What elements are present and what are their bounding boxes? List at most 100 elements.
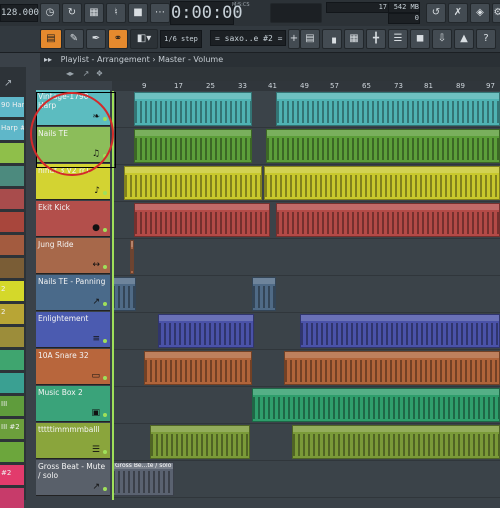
track-header[interactable]: Enlightement ≡ [36, 312, 110, 348]
pattern-clip[interactable] [150, 425, 250, 459]
channel-chip[interactable]: 2 [0, 304, 24, 324]
track-header[interactable]: Music Box 2 ▣ [36, 386, 110, 422]
pattern-clip[interactable] [112, 277, 136, 311]
track-header[interactable]: tttttimmmmballl ☰ [36, 423, 110, 459]
pattern-plus-button[interactable]: + [288, 29, 300, 49]
track-header[interactable]: Gross Beat - Mute / solo ↗ [36, 460, 110, 496]
pattern-clip[interactable] [264, 166, 500, 200]
playlist-tool-icon[interactable]: ↗ [4, 78, 12, 89]
track-enable-led[interactable] [103, 413, 107, 417]
playlist-lane[interactable] [112, 276, 500, 313]
track-enable-led[interactable] [103, 450, 107, 454]
playlist-lane[interactable] [112, 128, 500, 165]
timeline-ruler[interactable]: 9 17 25 33 41 49 57 65 73 81 89 97 [112, 81, 500, 91]
channel-chip[interactable] [0, 166, 24, 186]
time-display[interactable]: 0:00:00 [170, 1, 243, 25]
channel-chip[interactable] [0, 189, 24, 209]
pattern-clip[interactable] [276, 203, 500, 237]
track-header[interactable]: Nails TE - Panning ↗ [36, 275, 110, 311]
channel-chip[interactable] [0, 373, 24, 393]
help-button[interactable]: ? [476, 29, 496, 49]
mixer-view-button[interactable]: ╋ [366, 29, 386, 49]
plugin-picker-button[interactable]: ◼ [410, 29, 430, 49]
menu-arrow-icon[interactable]: ▸▸ [44, 55, 52, 64]
channel-chip[interactable]: III #2 [0, 419, 24, 439]
pattern-clip[interactable] [276, 92, 500, 126]
playlist-grid[interactable]: Gross Be...te / solo [112, 91, 500, 500]
channel-chip[interactable] [0, 327, 24, 347]
track-header[interactable]: 10A Snare 32 ▭ [36, 349, 110, 385]
pattern-clip[interactable] [144, 351, 252, 385]
pattern-clip[interactable] [158, 314, 254, 348]
nav-arrows-icon[interactable]: ◂▸ [66, 69, 74, 78]
tempo-display[interactable]: 128.000 [0, 4, 39, 22]
mixer-button[interactable]: ⚙ [492, 3, 500, 23]
track-header[interactable]: Jung Ride ↔ [36, 238, 110, 274]
channel-chip[interactable] [0, 212, 24, 232]
pattern-clip[interactable] [134, 203, 270, 237]
track-enable-led[interactable] [103, 191, 107, 195]
channel-chip[interactable]: 90 Harp [0, 97, 24, 117]
playlist-lane[interactable] [112, 202, 500, 239]
pattern-clip[interactable] [252, 277, 276, 311]
playlist-lane[interactable] [112, 350, 500, 387]
undo-button[interactable]: ↺ [426, 3, 446, 23]
countdown-button[interactable]: ⋯ [150, 3, 170, 23]
playlist-lane[interactable]: Gross Be...te / solo [112, 461, 500, 498]
playlist-lane[interactable] [112, 91, 500, 128]
channel-chip[interactable] [0, 143, 24, 163]
pattern-clip[interactable] [252, 388, 500, 422]
channel-chip[interactable]: Harp #2 [0, 120, 24, 140]
track-enable-led[interactable] [103, 228, 107, 232]
pattern-clip[interactable]: Gross Be...te / solo [112, 462, 174, 496]
cpu-panel-button[interactable]: ▲ [454, 29, 474, 49]
playlist-button[interactable]: ▤ [300, 29, 320, 49]
pattern-clip[interactable] [130, 240, 134, 274]
snap-mode-button[interactable]: ▤ [40, 29, 62, 49]
track-enable-led[interactable] [103, 376, 107, 380]
playlist-lane[interactable] [112, 239, 500, 276]
pattern-clip[interactable] [292, 425, 500, 459]
channel-rack-button[interactable]: ▦ [344, 29, 364, 49]
browser-button[interactable]: ☰ [388, 29, 408, 49]
tools-button[interactable]: ✗ [448, 3, 468, 23]
playlist-lane[interactable] [112, 165, 500, 202]
zoom-icon[interactable]: ↗ [83, 69, 90, 78]
pattern-selector[interactable]: = saxo..e #2 = [210, 30, 286, 46]
pattern-clip[interactable] [300, 314, 500, 348]
playlist-lane[interactable] [112, 313, 500, 350]
step-edit-button[interactable]: ▦ [84, 3, 104, 23]
channel-chip[interactable] [0, 442, 24, 462]
pattern-clip[interactable] [134, 129, 252, 163]
track-enable-led[interactable] [103, 265, 107, 269]
channel-chip[interactable] [0, 235, 24, 255]
download-button[interactable]: ⇩ [432, 29, 452, 49]
track-enable-led[interactable] [103, 339, 107, 343]
pattern-clip[interactable] [266, 129, 500, 163]
step-selector[interactable]: 1/6 step [160, 30, 202, 48]
channel-chip[interactable] [0, 350, 24, 370]
pattern-clip[interactable] [124, 166, 262, 200]
info-button[interactable]: ◈ [470, 3, 490, 23]
pin-icon[interactable]: ❖ [96, 69, 103, 78]
piano-roll-button[interactable]: ▗ [322, 29, 342, 49]
loop-record-button[interactable]: ↻ [62, 3, 82, 23]
metronome-button[interactable]: ◷ [40, 3, 60, 23]
pattern-clip[interactable] [284, 351, 500, 385]
channel-chip[interactable] [0, 488, 24, 508]
chain-tool-button[interactable]: ⚭ [108, 29, 128, 49]
overview-bar[interactable] [112, 67, 500, 81]
channel-chip[interactable]: 2 [0, 281, 24, 301]
playlist-lane[interactable] [112, 387, 500, 424]
channel-chip[interactable]: III [0, 396, 24, 416]
track-header[interactable]: Ekit Kick ● [36, 201, 110, 237]
channel-chip[interactable] [0, 258, 24, 278]
track-enable-led[interactable] [103, 487, 107, 491]
playlist-lane[interactable] [112, 424, 500, 461]
channel-chip[interactable]: #2 [0, 465, 24, 485]
draw-tool-button[interactable]: ✎ [64, 29, 84, 49]
paint-tool-button[interactable]: ✒ [86, 29, 106, 49]
pattern-clip[interactable] [134, 92, 252, 126]
blend-notes-button[interactable]: ■ [128, 3, 148, 23]
track-enable-led[interactable] [103, 302, 107, 306]
